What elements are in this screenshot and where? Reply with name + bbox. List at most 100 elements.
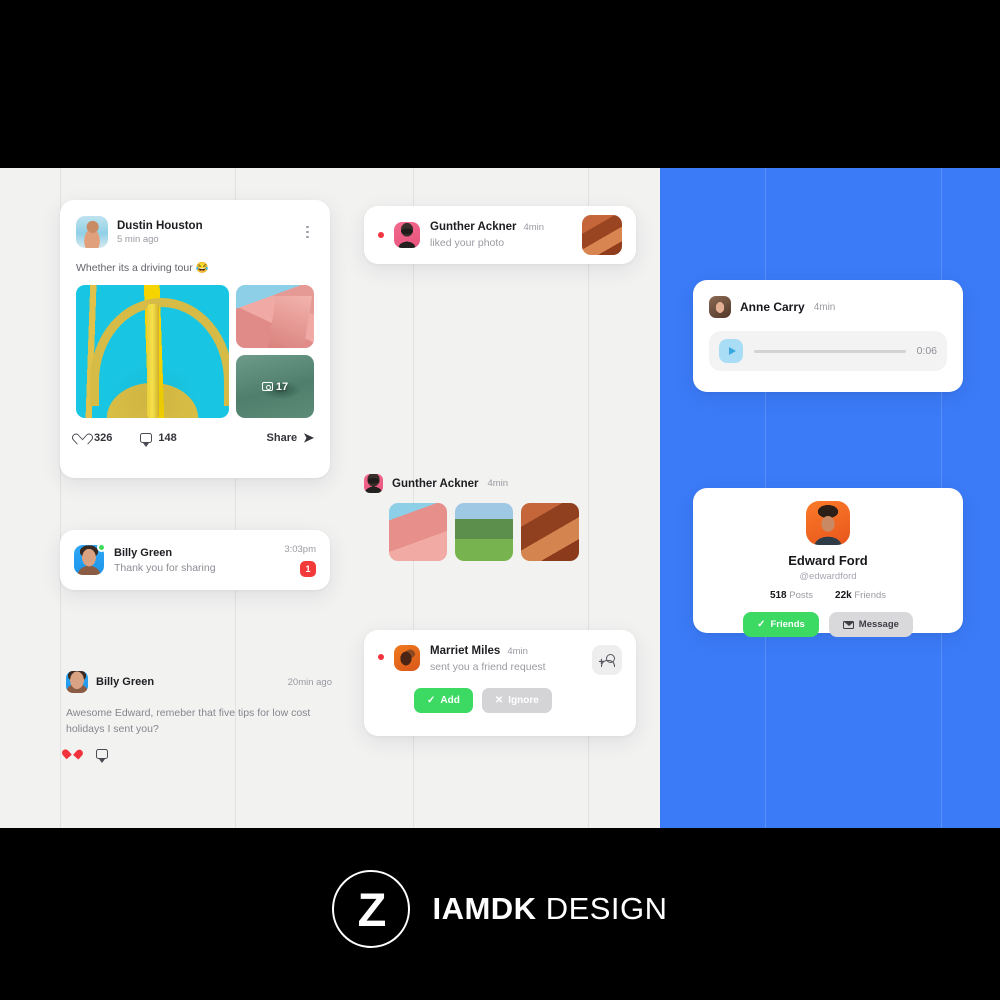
message-button[interactable]: Message bbox=[828, 612, 913, 637]
unread-dot bbox=[378, 654, 384, 660]
brand-logo-letter: Z bbox=[357, 882, 387, 936]
avatar bbox=[66, 671, 88, 693]
photo-post-block: Gunther Ackner 4min bbox=[364, 474, 636, 561]
comment-icon[interactable] bbox=[96, 748, 108, 763]
ignore-friend-label: Ignore bbox=[508, 695, 539, 706]
screenshot-stage: Dustin Houston 5 min ago Whether its a d… bbox=[0, 0, 1000, 1000]
message-preview: Thank you for sharing bbox=[114, 561, 216, 574]
photo-count-value: 17 bbox=[275, 380, 289, 393]
audio-progress-bar[interactable] bbox=[754, 349, 906, 353]
notification-actor-name: Gunther Ackner bbox=[430, 221, 517, 233]
photo-post-timestamp: 4min bbox=[487, 478, 509, 489]
share-label: Share bbox=[266, 431, 298, 444]
post-text: Whether its a driving tour 😂 bbox=[76, 262, 209, 274]
notification-like-card[interactable]: Gunther Ackner 4min liked your photo bbox=[364, 206, 636, 264]
friends-button[interactable]: ✓ Friends bbox=[743, 612, 819, 637]
brand-footer: Z IAMDK DESIGN bbox=[0, 870, 1000, 948]
avatar bbox=[394, 222, 420, 248]
like-button[interactable]: 326 bbox=[76, 432, 112, 444]
post-image-side-column: 17 bbox=[236, 285, 314, 418]
post-image-secondary[interactable] bbox=[236, 285, 314, 348]
profile-posts-stat: 518 Posts bbox=[770, 590, 813, 601]
photo-thumbnail[interactable] bbox=[455, 503, 513, 561]
profile-card: Edward Ford @edwardford 518 Posts 22k Fr… bbox=[693, 488, 963, 637]
play-icon[interactable] bbox=[719, 339, 743, 363]
profile-friends-stat: 22k Friends bbox=[835, 590, 886, 601]
voice-note-sender-name: Anne Carry bbox=[740, 300, 805, 314]
photo-thumbnail[interactable] bbox=[389, 503, 447, 561]
brand-wordmark: IAMDK DESIGN bbox=[432, 891, 667, 927]
post-timestamp: 5 min ago bbox=[117, 234, 159, 246]
add-person-glyph: + bbox=[599, 653, 615, 667]
photo-count-overlay: 17 bbox=[236, 381, 314, 393]
check-icon: ✓ bbox=[427, 694, 436, 706]
add-person-icon[interactable]: + bbox=[592, 645, 622, 675]
friends-button-label: Friends bbox=[770, 619, 805, 630]
voice-note-timestamp: 4min bbox=[813, 301, 836, 313]
post-image-more[interactable]: 17 bbox=[236, 355, 314, 418]
notification-action-text: liked your photo bbox=[430, 237, 505, 249]
kebab-menu-icon[interactable] bbox=[301, 222, 314, 243]
friend-request-actor-name: Marriet Miles bbox=[430, 645, 501, 657]
comment-action-bar bbox=[66, 748, 332, 763]
friend-request-text-block: Marriet Miles 4min sent you a friend req… bbox=[430, 645, 546, 673]
notification-thumbnail[interactable] bbox=[582, 215, 622, 255]
comment-timestamp: 20min ago bbox=[287, 676, 332, 688]
accept-friend-button[interactable]: ✓ Add bbox=[414, 688, 473, 713]
photo-strip bbox=[389, 503, 636, 561]
message-sender-name: Billy Green bbox=[114, 546, 173, 559]
message-button-label: Message bbox=[858, 619, 899, 630]
post-card: Dustin Houston 5 min ago Whether its a d… bbox=[60, 200, 330, 478]
profile-posts-label: Posts bbox=[789, 590, 814, 601]
brand-name-light: DESIGN bbox=[545, 891, 668, 926]
heart-icon bbox=[76, 432, 88, 443]
camera-icon bbox=[261, 382, 273, 391]
profile-posts-count: 518 bbox=[769, 590, 787, 601]
voice-note-header: Anne Carry 4min bbox=[709, 296, 947, 318]
like-count: 326 bbox=[94, 431, 113, 444]
comment-button[interactable]: 148 bbox=[140, 431, 177, 447]
share-arrow-icon: ➤ bbox=[303, 430, 314, 445]
comment-icon bbox=[140, 432, 153, 447]
photo-thumbnail[interactable] bbox=[521, 503, 579, 561]
profile-name: Edward Ford bbox=[788, 553, 868, 568]
avatar bbox=[806, 501, 850, 545]
profile-actions: ✓ Friends Message bbox=[693, 612, 963, 637]
friend-request-timestamp: 4min bbox=[507, 646, 528, 657]
audio-duration: 0:06 bbox=[916, 345, 937, 357]
post-image-primary[interactable] bbox=[76, 285, 229, 418]
friend-request-header: Marriet Miles 4min sent you a friend req… bbox=[378, 645, 622, 675]
message-timestamp: 3:03pm bbox=[284, 543, 316, 555]
avatar bbox=[394, 645, 420, 671]
avatar bbox=[709, 296, 731, 318]
message-meta: 3:03pm 1 bbox=[284, 544, 316, 577]
profile-friends-count: 22k bbox=[835, 590, 852, 601]
avatar bbox=[76, 216, 108, 248]
comment-author-name: Billy Green bbox=[96, 676, 155, 688]
profile-friends-label: Friends bbox=[854, 590, 887, 601]
message-text-block: Billy Green Thank you for sharing bbox=[114, 547, 216, 574]
message-card[interactable]: Billy Green Thank you for sharing 3:03pm… bbox=[60, 530, 330, 590]
share-button[interactable]: Share ➤ bbox=[267, 431, 314, 444]
voice-note-player: 0:06 bbox=[709, 331, 947, 371]
friend-request-action-text: sent you a friend request bbox=[430, 661, 546, 673]
accept-friend-label: Add bbox=[440, 695, 460, 706]
brand-logo-icon: Z bbox=[332, 870, 411, 948]
post-action-bar: 326 148 Share ➤ bbox=[76, 431, 314, 447]
post-image-grid: 17 bbox=[76, 285, 314, 418]
comment-count: 148 bbox=[158, 431, 177, 444]
voice-note-card: Anne Carry 4min 0:06 bbox=[693, 280, 963, 392]
avatar bbox=[74, 543, 106, 575]
notification-timestamp: 4min bbox=[523, 222, 545, 233]
heart-filled-icon[interactable] bbox=[66, 748, 79, 760]
profile-handle: @edwardford bbox=[799, 571, 857, 582]
envelope-icon bbox=[842, 620, 854, 629]
ignore-friend-button[interactable]: ✕ Ignore bbox=[481, 688, 552, 713]
post-author-block: Dustin Houston 5 min ago bbox=[117, 219, 203, 245]
profile-stats: 518 Posts 22k Friends bbox=[693, 590, 963, 601]
comment-header: Billy Green 20min ago bbox=[66, 671, 332, 693]
check-icon: ✓ bbox=[757, 618, 766, 630]
comment-body: Awesome Edward, remeber that five tips f… bbox=[66, 707, 311, 736]
notification-text-block: Gunther Ackner 4min liked your photo bbox=[430, 221, 544, 249]
online-status-dot bbox=[97, 543, 106, 552]
